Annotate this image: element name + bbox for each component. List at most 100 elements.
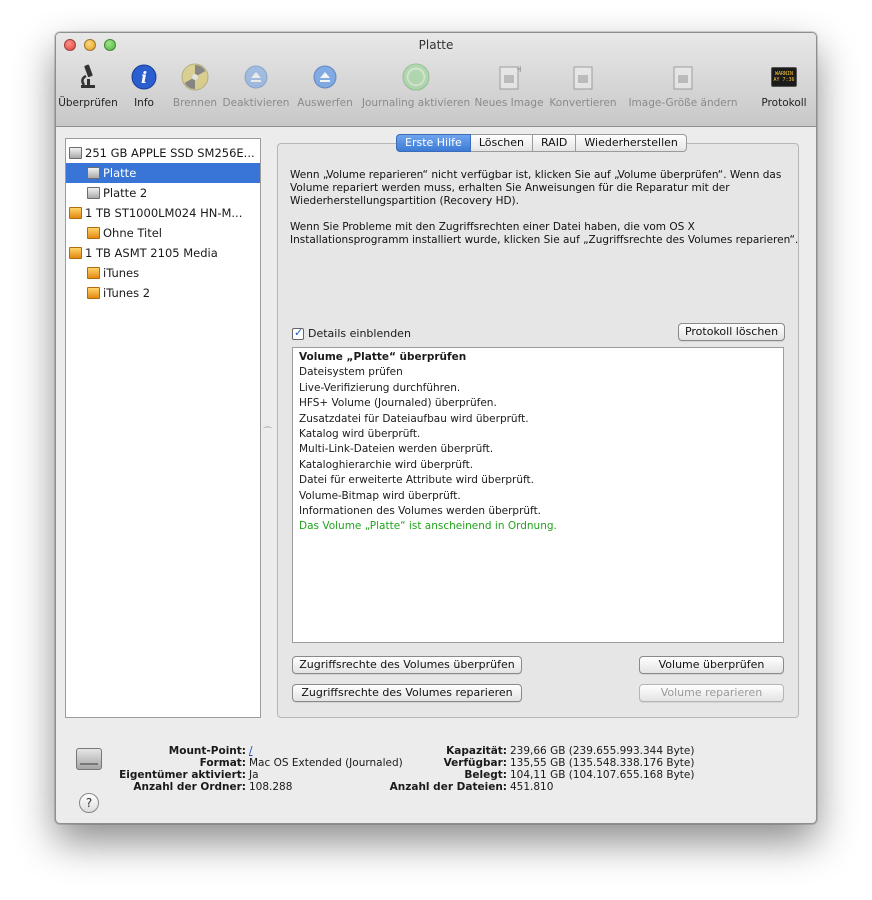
external-volume-icon	[87, 267, 100, 279]
used-key: Belegt:	[464, 769, 507, 781]
toolbar-eject-label: Auswerfen	[297, 97, 353, 109]
sidebar-item-label: Platte	[103, 166, 137, 180]
mount-point-link[interactable]: /	[249, 745, 253, 757]
owners-key: Eigentümer aktiviert:	[119, 769, 246, 781]
files-row: Anzahl der Dateien: 451.810	[347, 781, 554, 793]
external-disk-icon	[69, 207, 82, 219]
sidebar-item-label: 251 GB APPLE SSD SM256E...	[85, 146, 255, 160]
sidebar-item-asmt[interactable]: 1 TB ASMT 2105 Media	[66, 243, 260, 263]
sidebar-item-label: 1 TB ASMT 2105 Media	[85, 246, 218, 260]
toolbar-verify-button[interactable]: Überprüfen	[58, 57, 118, 117]
new-image-icon: +	[495, 63, 523, 91]
mount-point-row: Mount-Point: /	[56, 746, 253, 757]
capacity-key: Kapazität:	[446, 745, 507, 757]
info-icon: i	[130, 63, 158, 91]
toolbar-burn-label: Brennen	[172, 97, 218, 109]
log-line: Informationen des Volumes werden überprü…	[299, 505, 542, 518]
repair-permissions-button[interactable]: Zugriffsrechte des Volumes reparieren	[292, 684, 522, 702]
sidebar-item-ohne-titel[interactable]: Ohne Titel	[66, 223, 260, 243]
volume-info-bar: ? Mount-Point: / Format: Mac OS Extended (…	[56, 733, 816, 823]
hard-disk-icon	[69, 147, 82, 159]
used-row: Belegt: 104,11 GB (104.107.655.168 Byte)	[347, 770, 694, 781]
external-volume-icon	[87, 227, 100, 239]
toolbar-unmount-button[interactable]: Deaktivieren	[223, 57, 289, 117]
tab-first-aid[interactable]: Erste Hilfe	[396, 134, 471, 152]
external-volume-icon	[87, 287, 100, 299]
toolbar-resize-image-label: Image-Größe ändern	[628, 97, 738, 109]
files-value: 451.810	[510, 781, 554, 793]
first-aid-log[interactable]: Volume „Platte“ überprüfen Dateisystem p…	[292, 347, 784, 643]
log-line: Kataloghierarchie wird überprüft.	[299, 458, 474, 471]
toolbar: Überprüfen i Info Brennen Deaktivieren A…	[56, 57, 816, 123]
log-line: Volume „Platte“ überprüfen	[299, 351, 467, 363]
toolbar-eject-button[interactable]: Auswerfen	[297, 57, 353, 117]
tab-restore[interactable]: Wiederherstellen	[576, 134, 687, 152]
owners-value: Ja	[249, 769, 259, 781]
volume-icon	[87, 167, 100, 179]
available-value: 135,55 GB (135.548.338.176 Byte)	[510, 757, 695, 769]
journaling-icon	[402, 63, 430, 91]
help-button[interactable]: ?	[79, 793, 99, 813]
console-log-icon-text: WARNIN AY 7:36	[771, 67, 797, 87]
mount-point-key: Mount-Point:	[168, 745, 246, 757]
toolbar-verify-label: Überprüfen	[58, 97, 118, 109]
tab-raid[interactable]: RAID	[532, 134, 577, 152]
split-view-handle[interactable]: ⁀	[264, 428, 271, 438]
log-line: HFS+ Volume (Journaled) überprüfen.	[299, 397, 497, 410]
svg-text:+: +	[516, 64, 521, 75]
sidebar-item-label: iTunes 2	[103, 286, 151, 300]
toolbar-log-button[interactable]: WARNIN AY 7:36 Protokoll	[756, 57, 812, 117]
format-key: Format:	[199, 757, 246, 769]
convert-icon	[569, 63, 597, 91]
clear-log-button[interactable]: Protokoll löschen	[678, 323, 785, 341]
resize-image-icon	[669, 63, 697, 91]
toolbar-convert-label: Konvertieren	[549, 97, 617, 109]
checkbox-checked-icon[interactable]	[292, 326, 304, 340]
log-line: Datei für erweiterte Attribute wird über…	[299, 474, 534, 487]
toolbar-resize-image-button[interactable]: Image-Größe ändern	[624, 57, 742, 117]
sidebar-item-platte[interactable]: Platte	[66, 163, 260, 183]
microscope-icon	[74, 63, 102, 91]
log-line: Dateisystem prüfen	[299, 366, 403, 379]
toolbar-journaling-button[interactable]: Journaling aktivieren	[362, 57, 470, 117]
instructions-paragraph-1: Wenn „Volume reparieren“ nicht verfügbar…	[290, 169, 782, 207]
show-details-checkbox[interactable]: Details einblenden	[292, 326, 411, 340]
toolbar-convert-button[interactable]: Konvertieren	[549, 57, 617, 117]
tab-erase[interactable]: Löschen	[470, 134, 533, 152]
sidebar-item-label: Platte 2	[103, 186, 148, 200]
verify-volume-button[interactable]: Volume überprüfen	[639, 656, 784, 674]
capacity-row: Kapazität: 239,66 GB (239.655.993.344 Byt…	[347, 746, 694, 757]
eject-icon	[242, 63, 270, 91]
show-details-label: Details einblenden	[308, 327, 411, 340]
toolbar-new-image-label: Neues Image	[474, 97, 544, 109]
sidebar-item-st1000[interactable]: 1 TB ST1000LM024 HN-M...	[66, 203, 260, 223]
owners-row: Eigentümer aktiviert: Ja	[56, 769, 259, 781]
console-log-icon: WARNIN AY 7:36	[770, 63, 798, 91]
tab-bar: Erste Hilfe Löschen RAID Wiederherstelle…	[396, 134, 687, 152]
external-disk-icon	[69, 247, 82, 259]
eject-icon	[311, 63, 339, 91]
toolbar-new-image-button[interactable]: + Neues Image	[474, 57, 543, 117]
capacity-value: 239,66 GB (239.655.993.344 Byte)	[510, 745, 695, 757]
log-line: Live-Verifizierung durchführen.	[299, 381, 461, 394]
folders-row: Anzahl der Ordner: 108.288	[56, 782, 292, 793]
toolbar-burn-button[interactable]: Brennen	[170, 57, 220, 117]
log-line-success: Das Volume „Platte“ ist anscheinend in O…	[299, 520, 557, 533]
available-row: Verfügbar: 135,55 GB (135.548.338.176 Byt…	[347, 757, 695, 769]
folders-key: Anzahl der Ordner:	[133, 781, 246, 793]
disk-utility-window: Platte Überprüfen i Info Brennen Deaktiv…	[55, 32, 817, 824]
sidebar-item-itunes[interactable]: iTunes	[66, 263, 260, 283]
sidebar-item-itunes-2[interactable]: iTunes 2	[66, 283, 260, 303]
toolbar-info-button[interactable]: i Info	[124, 57, 164, 117]
sidebar-item-ssd[interactable]: 251 GB APPLE SSD SM256E...	[66, 143, 260, 163]
log-line: Katalog wird überprüft.	[299, 428, 421, 441]
window-title: Platte	[418, 38, 454, 52]
sidebar-item-label: iTunes	[103, 266, 140, 280]
verify-permissions-button[interactable]: Zugriffsrechte des Volumes überprüfen	[292, 656, 522, 674]
toolbar-log-label: Protokoll	[761, 97, 807, 109]
repair-volume-button[interactable]: Volume reparieren	[639, 684, 784, 702]
used-value: 104,11 GB (104.107.655.168 Byte)	[510, 769, 695, 781]
sidebar-item-label: Ohne Titel	[103, 226, 163, 240]
sidebar-item-platte-2[interactable]: Platte 2	[66, 183, 260, 203]
toolbar-journaling-label: Journaling aktivieren	[361, 97, 471, 109]
